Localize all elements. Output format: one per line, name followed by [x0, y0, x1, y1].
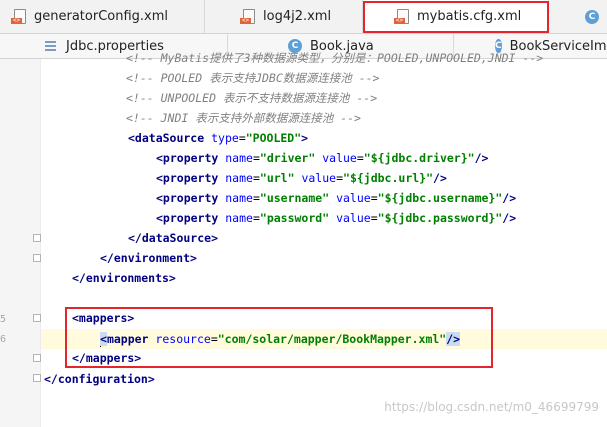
attribute: value	[322, 151, 357, 165]
comment: <!-- UNPOOLED 表示不支持数据源连接池 -->	[126, 91, 378, 105]
attribute: value	[336, 191, 371, 205]
attribute-value: "POOLED"	[245, 131, 302, 145]
tag: <dataSource	[128, 131, 205, 145]
code-line[interactable]: <property name="username" value="${jdbc.…	[42, 188, 516, 208]
comment: <!-- JNDI 表示支持外部数据源连接池 -->	[126, 111, 361, 125]
equals: =	[252, 191, 260, 205]
code-line[interactable]: <!-- POOLED 表示支持JDBC数据源连接池 -->	[42, 68, 379, 88]
line-number: 5	[0, 314, 7, 325]
equals: =	[370, 211, 378, 225]
code-line[interactable]: </environment>	[42, 248, 197, 268]
code-line[interactable]: <!-- UNPOOLED 表示不支持数据源连接池 -->	[42, 88, 377, 108]
tag: />	[502, 211, 517, 225]
attribute: name	[225, 211, 253, 225]
editor-gutter	[0, 59, 40, 427]
attribute-value: "${jdbc.username}"	[377, 191, 503, 205]
fold-marker-icon[interactable]	[33, 354, 41, 362]
fold-marker-icon[interactable]	[33, 374, 41, 382]
attribute: name	[225, 191, 253, 205]
tag: </configuration>	[44, 372, 155, 386]
tab-log4j2-xml[interactable]: <> log4j2.xml	[205, 0, 363, 33]
comment: <!-- POOLED 表示支持JDBC数据源连接池 -->	[126, 71, 380, 85]
attribute: name	[225, 151, 253, 165]
line-number: 6	[0, 334, 7, 345]
equals: =	[370, 191, 378, 205]
equals: =	[356, 151, 364, 165]
attribute: type	[211, 131, 239, 145]
code-line[interactable]: <property name="driver" value="${jdbc.dr…	[42, 148, 488, 168]
tag: <property	[156, 191, 219, 205]
fold-marker-icon[interactable]	[33, 314, 41, 322]
tag: <property	[156, 211, 219, 225]
xml-file-icon: <>	[240, 9, 255, 24]
attribute-value: "${jdbc.password}"	[377, 211, 503, 225]
attribute-value: "${jdbc.url}"	[343, 171, 434, 185]
gutter-divider	[40, 59, 41, 427]
tab-generatorconfig-xml[interactable]: <> generatorConfig.xml	[0, 0, 205, 33]
equals: =	[336, 171, 344, 185]
attribute: name	[225, 171, 253, 185]
code-line[interactable]: </dataSource>	[42, 228, 218, 248]
tab-overflow-class[interactable]: C	[549, 0, 607, 33]
tag: </environment>	[100, 251, 197, 265]
code-line[interactable]: <property name="url" value="${jdbc.url}"…	[42, 168, 447, 188]
code-line[interactable]: <!-- MyBatis提供了3种数据源类型，分别是：POOLED,UNPOOL…	[42, 48, 543, 68]
highlight-box-active-tab	[363, 1, 549, 33]
tag: >	[301, 131, 309, 145]
fold-marker-icon[interactable]	[33, 234, 41, 242]
attribute: value	[336, 211, 371, 225]
code-line[interactable]: <!-- JNDI 表示支持外部数据源连接池 -->	[42, 108, 361, 128]
equals: =	[238, 131, 246, 145]
attribute-value: "url"	[259, 171, 295, 185]
tag: />	[502, 191, 517, 205]
equals: =	[252, 171, 260, 185]
attribute-value: "password"	[259, 211, 330, 225]
code-line[interactable]: <property name="password" value="${jdbc.…	[42, 208, 516, 228]
code-line[interactable]: </configuration>	[42, 369, 155, 389]
tab-label: log4j2.xml	[263, 9, 332, 24]
class-icon: C	[585, 9, 599, 24]
tag: </environments>	[72, 271, 176, 285]
tag: </dataSource>	[128, 231, 219, 245]
comment: <!-- MyBatis提供了3种数据源类型，分别是：POOLED,UNPOOL…	[126, 51, 544, 65]
tag: <property	[156, 151, 219, 165]
tag: <property	[156, 171, 219, 185]
xml-file-icon: <>	[11, 9, 26, 24]
tag: />	[474, 151, 489, 165]
highlight-box-mappers	[65, 307, 493, 368]
tab-label: generatorConfig.xml	[34, 9, 169, 24]
code-line[interactable]: <dataSource type="POOLED">	[42, 128, 308, 148]
equals: =	[252, 211, 260, 225]
watermark: https://blog.csdn.net/m0_46699799	[384, 400, 599, 414]
fold-marker-icon[interactable]	[33, 254, 41, 262]
attribute-value: "username"	[259, 191, 330, 205]
attribute-value: "driver"	[259, 151, 316, 165]
attribute: value	[301, 171, 337, 185]
code-line[interactable]: </environments>	[42, 268, 176, 288]
equals: =	[252, 151, 260, 165]
tag: />	[433, 171, 447, 185]
attribute-value: "${jdbc.driver}"	[363, 151, 475, 165]
